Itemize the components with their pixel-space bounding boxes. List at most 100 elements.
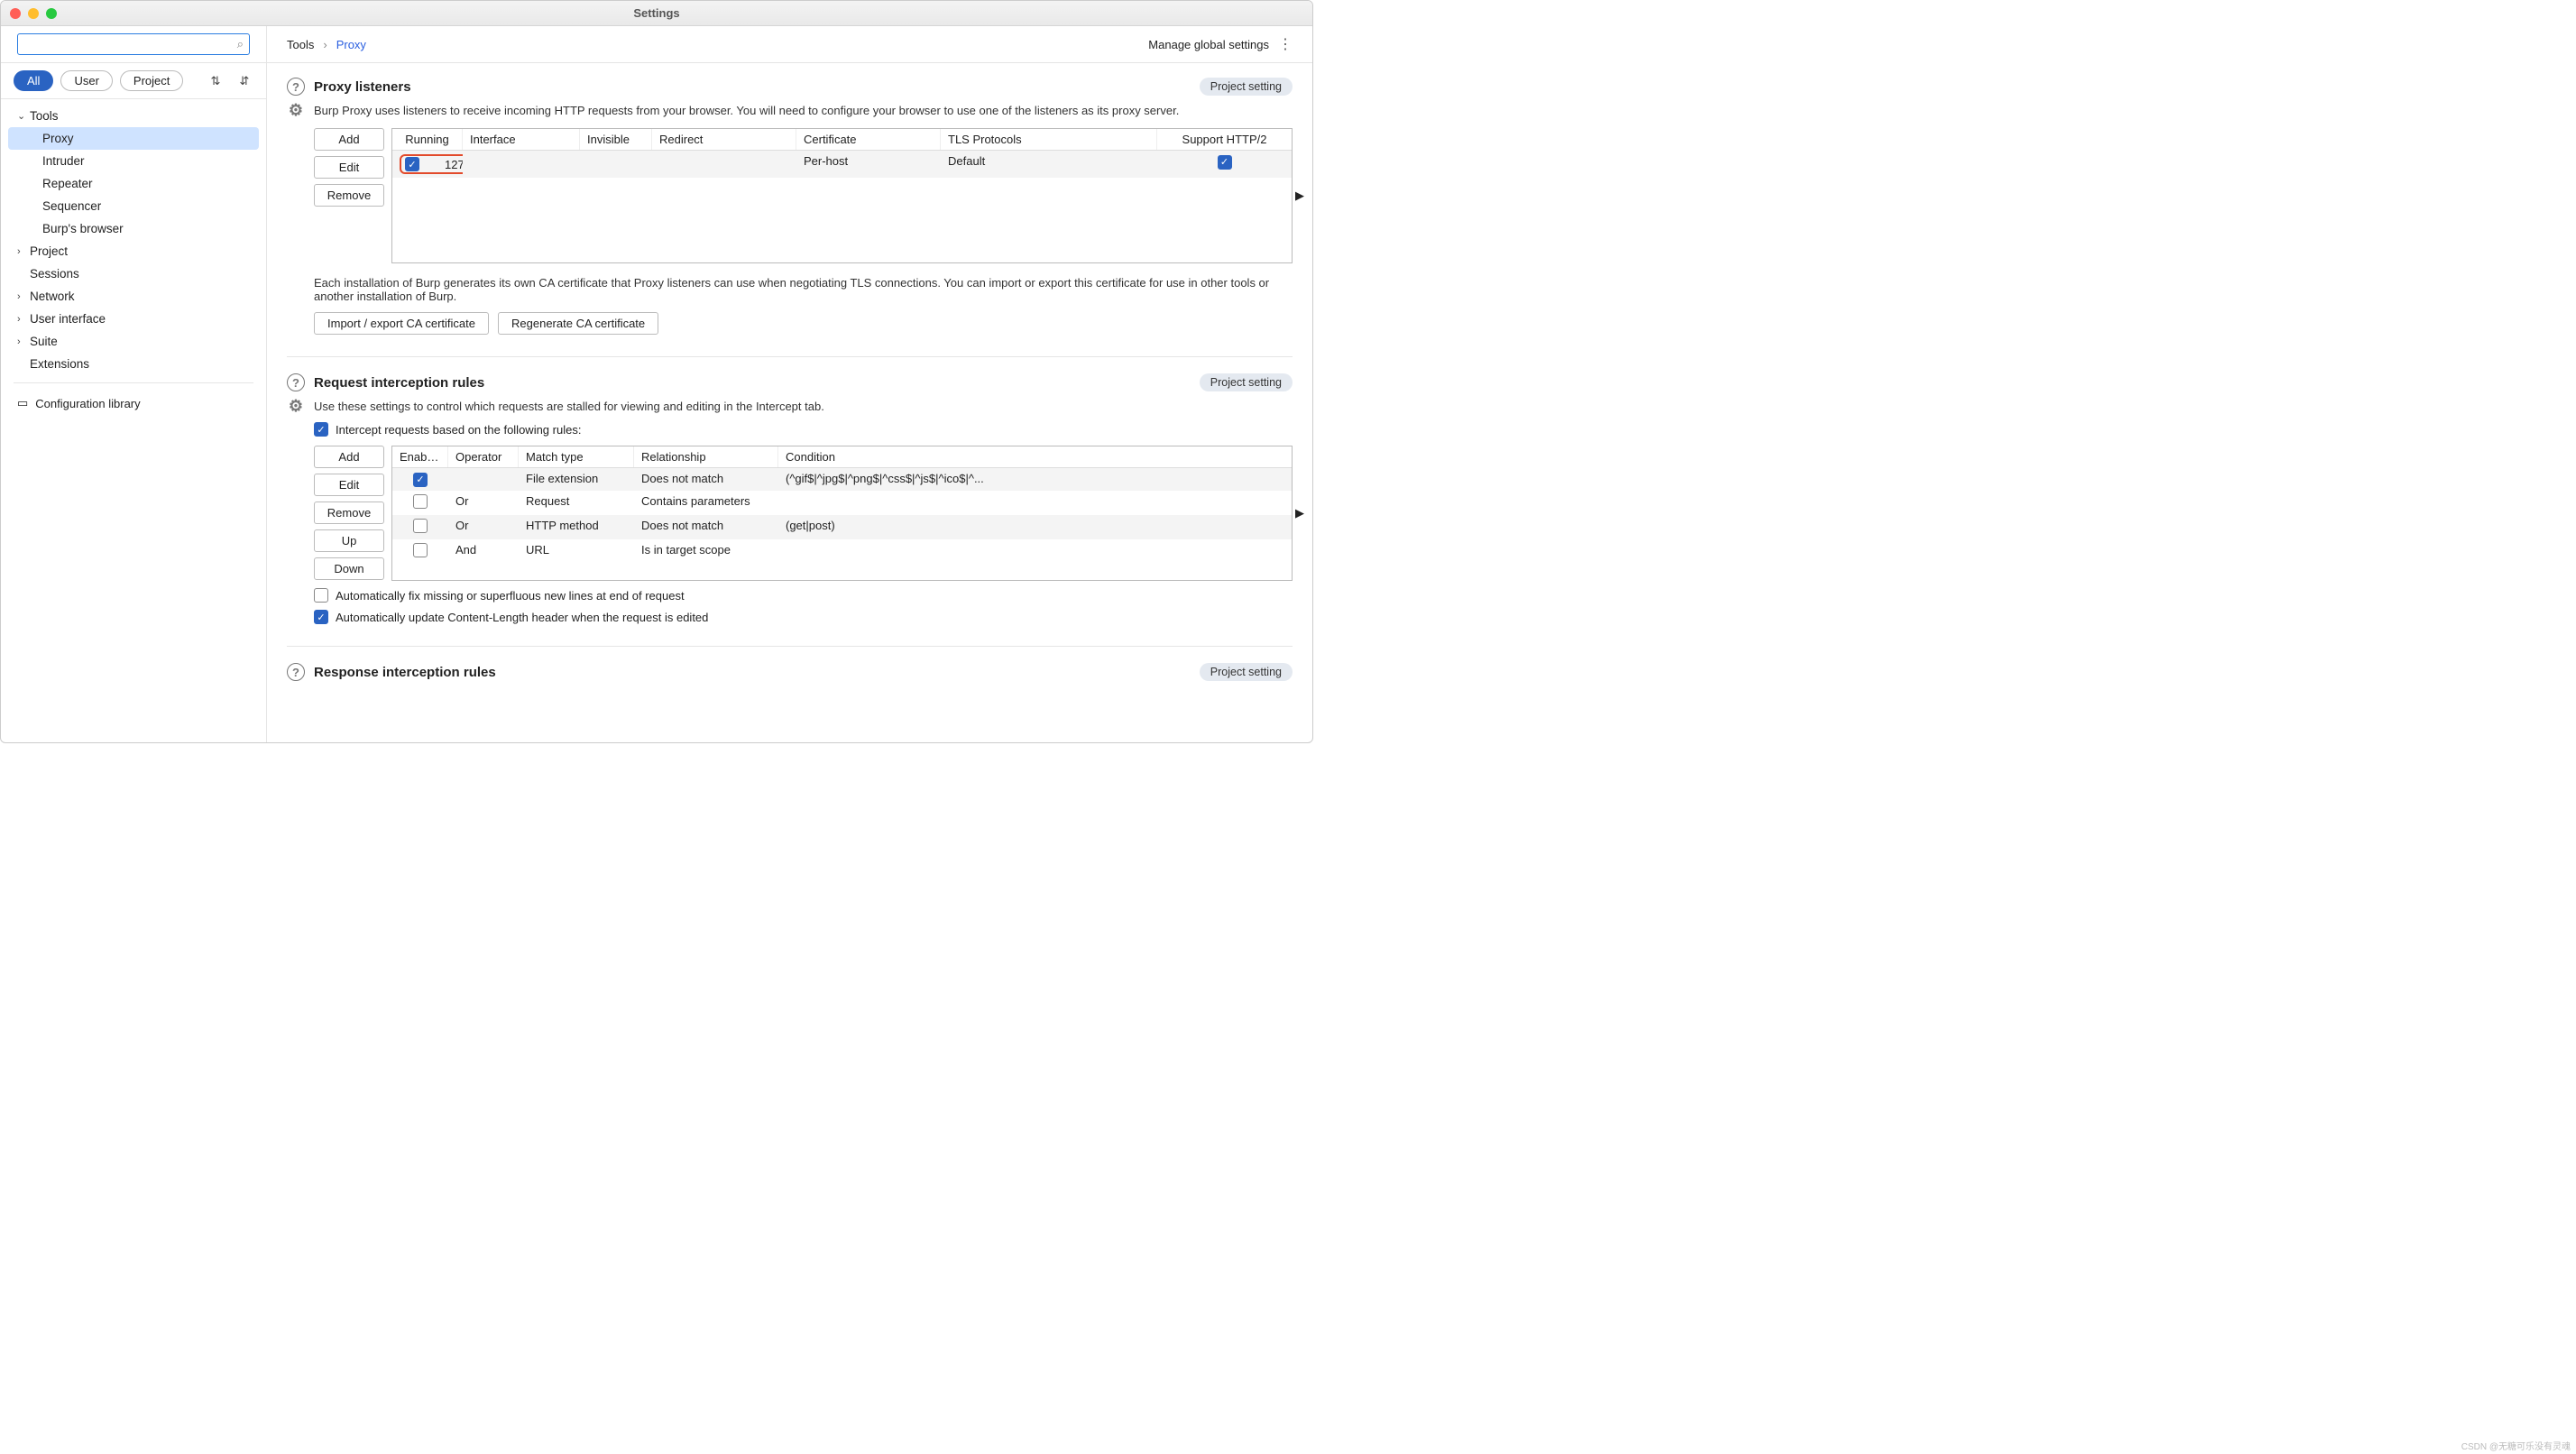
expand-all-icon[interactable]: ⇅	[207, 72, 225, 90]
th-match-type[interactable]: Match type	[519, 446, 634, 467]
separator	[287, 356, 1293, 357]
auto-len-label: Automatically update Content-Length head…	[336, 611, 708, 624]
th-enabled[interactable]: Enabled	[392, 446, 448, 467]
section-response-rules: ? Response interception rules Project se…	[287, 663, 1293, 681]
nav-group-suite[interactable]: ›Suite	[1, 330, 266, 353]
rule-enabled-checkbox[interactable]: ✓	[413, 473, 428, 487]
rules-table[interactable]: Enabled Operator Match type Relationship…	[391, 446, 1293, 581]
regenerate-ca-button[interactable]: Regenerate CA certificate	[498, 312, 658, 335]
scope-badge: Project setting	[1200, 78, 1293, 96]
filter-all[interactable]: All	[14, 70, 53, 91]
crumb-proxy[interactable]: Proxy	[336, 38, 366, 51]
operator-cell: Or	[448, 515, 519, 539]
table-row[interactable]: Or HTTP method Does not match (get|post)	[392, 515, 1292, 539]
search-box[interactable]: ⌕	[17, 33, 250, 55]
invisible-cell	[580, 151, 652, 178]
rule-enabled-checkbox[interactable]	[413, 494, 428, 509]
rule-enabled-checkbox[interactable]	[413, 519, 428, 533]
remove-button[interactable]: Remove	[314, 184, 384, 207]
certificate-cell: Per-host	[796, 151, 941, 178]
table-row[interactable]: ✓127.0.0.1:8080 Per-host Default ✓	[392, 151, 1292, 178]
nav-item-repeater[interactable]: Repeater	[1, 172, 266, 195]
running-checkbox[interactable]: ✓	[405, 157, 419, 171]
nav-item-sequencer[interactable]: Sequencer	[1, 195, 266, 217]
down-button[interactable]: Down	[314, 557, 384, 580]
th-condition[interactable]: Condition	[778, 446, 1292, 467]
scope-badge: Project setting	[1200, 663, 1293, 681]
configuration-library[interactable]: ▭ Configuration library	[1, 391, 266, 416]
listeners-table[interactable]: Running Interface Invisible Redirect Cer…	[391, 128, 1293, 263]
titlebar: Settings	[1, 1, 1312, 26]
highlighted-listener: ✓127.0.0.1:8080	[400, 154, 463, 174]
auto-content-length-checkbox[interactable]: ✓	[314, 610, 328, 624]
th-interface[interactable]: Interface	[463, 129, 580, 150]
sidebar: ⌕ All User Project ⇅ ⇵ ⌄Tools Proxy Intr…	[1, 26, 267, 742]
edit-button[interactable]: Edit	[314, 474, 384, 496]
help-icon[interactable]: ?	[287, 663, 305, 681]
table-row[interactable]: ✓ File extension Does not match (^gif$|^…	[392, 468, 1292, 491]
chevron-right-icon: ›	[323, 38, 327, 51]
table-row[interactable]: And URL Is in target scope	[392, 539, 1292, 564]
filter-project[interactable]: Project	[120, 70, 183, 91]
nav-item-extensions[interactable]: Extensions	[1, 353, 266, 375]
th-redirect[interactable]: Redirect	[652, 129, 796, 150]
collapse-all-icon[interactable]: ⇵	[235, 72, 253, 90]
nav-label: Network	[30, 290, 75, 303]
auto-fix-checkbox[interactable]	[314, 588, 328, 603]
search-icon[interactable]: ⌕	[237, 37, 244, 51]
nav-item-proxy[interactable]: Proxy	[8, 127, 259, 150]
th-relationship[interactable]: Relationship	[634, 446, 778, 467]
crumb-tools[interactable]: Tools	[287, 38, 314, 51]
remove-button[interactable]: Remove	[314, 502, 384, 524]
import-export-ca-button[interactable]: Import / export CA certificate	[314, 312, 489, 335]
nav-item-intruder[interactable]: Intruder	[1, 150, 266, 172]
cond-cell	[778, 491, 1292, 515]
watermark: CSDN @无糖可乐没有灵魂	[2461, 1439, 2571, 1452]
match-cell: File extension	[519, 468, 634, 491]
manage-global-settings[interactable]: Manage global settings	[1148, 38, 1269, 51]
th-operator[interactable]: Operator	[448, 446, 519, 467]
th-http2[interactable]: Support HTTP/2	[1157, 129, 1292, 150]
search-wrap: ⌕	[1, 26, 266, 63]
table-header: Enabled Operator Match type Relationship…	[392, 446, 1292, 468]
content-scroll[interactable]: ? Proxy listeners Project setting ⚙ Burp…	[267, 63, 1312, 742]
nav-label: Project	[30, 244, 68, 258]
more-menu-icon[interactable]: ⋮	[1278, 35, 1293, 53]
th-certificate[interactable]: Certificate	[796, 129, 941, 150]
intercept-enabled-checkbox[interactable]: ✓	[314, 422, 328, 437]
nav-item-burps-browser[interactable]: Burp's browser	[1, 217, 266, 240]
add-button[interactable]: Add	[314, 446, 384, 468]
table-row[interactable]: Or Request Contains parameters	[392, 491, 1292, 515]
nav-label: Repeater	[42, 177, 93, 190]
match-cell: URL	[519, 539, 634, 564]
add-button[interactable]: Add	[314, 128, 384, 151]
expand-right-icon[interactable]: ▶	[1295, 506, 1304, 520]
search-input[interactable]	[23, 38, 234, 51]
filter-user[interactable]: User	[60, 70, 112, 91]
operator-cell	[448, 468, 519, 491]
th-running[interactable]: Running	[392, 129, 463, 150]
breadcrumb: Tools › Proxy Manage global settings ⋮	[267, 26, 1312, 63]
nav-group-user-interface[interactable]: ›User interface	[1, 308, 266, 330]
nav-group-network[interactable]: ›Network	[1, 285, 266, 308]
nav-item-sessions[interactable]: Sessions	[1, 262, 266, 285]
gear-icon[interactable]: ⚙	[287, 101, 305, 119]
nav-group-project[interactable]: ›Project	[1, 240, 266, 262]
cond-cell: (get|post)	[778, 515, 1292, 539]
operator-cell: And	[448, 539, 519, 564]
nav-group-tools[interactable]: ⌄Tools	[1, 105, 266, 127]
up-button[interactable]: Up	[314, 529, 384, 552]
gear-icon[interactable]: ⚙	[287, 397, 305, 415]
scope-badge: Project setting	[1200, 373, 1293, 391]
match-cell: HTTP method	[519, 515, 634, 539]
expand-right-icon[interactable]: ▶	[1295, 189, 1304, 203]
edit-button[interactable]: Edit	[314, 156, 384, 179]
rule-enabled-checkbox[interactable]	[413, 543, 428, 557]
th-invisible[interactable]: Invisible	[580, 129, 652, 150]
help-icon[interactable]: ?	[287, 373, 305, 391]
http2-checkbox[interactable]: ✓	[1218, 155, 1232, 170]
nav-label: Extensions	[30, 357, 89, 371]
th-tls[interactable]: TLS Protocols	[941, 129, 1157, 150]
help-icon[interactable]: ?	[287, 78, 305, 96]
nav-label: User interface	[30, 312, 106, 326]
